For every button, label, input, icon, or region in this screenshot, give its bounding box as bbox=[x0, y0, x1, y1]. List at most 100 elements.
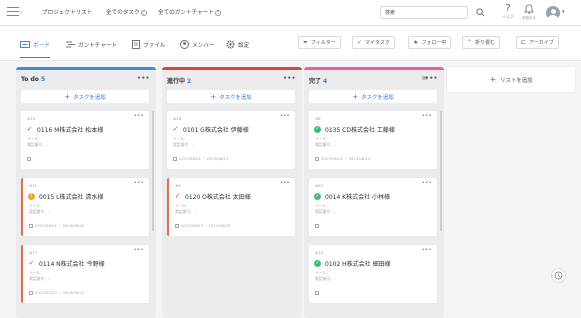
column-title: 完了 4 bbox=[309, 78, 328, 85]
board-column-todo: To do 5 ••• + タスクを追加 #19 ••• ✓ 0116 M株式会社 松… bbox=[16, 67, 156, 318]
column-title: 進行中 2 bbox=[167, 78, 192, 85]
task-title: 0102 H株式会社 細田様 bbox=[325, 261, 391, 268]
add-task-button[interactable]: + タスクを追加 bbox=[167, 90, 295, 103]
hamburger-menu-icon[interactable]: › bbox=[7, 7, 22, 17]
plus-icon: + bbox=[352, 92, 359, 101]
calendar-icon bbox=[175, 224, 179, 228]
task-card[interactable]: #17 ••• ✓ 0114 N株式会社 今野様 メール： 電話番号：-- 2023… bbox=[21, 245, 149, 303]
tab-board[interactable]: ボード bbox=[20, 38, 50, 58]
calendar-icon bbox=[173, 157, 177, 161]
card-menu-icon[interactable]: ••• bbox=[422, 113, 432, 119]
task-title: 0015 L株式会社 清水様 bbox=[39, 194, 104, 201]
task-title: 0120 O株式会社 太田様 bbox=[185, 194, 251, 201]
calendar-icon bbox=[315, 157, 319, 161]
history-icon bbox=[554, 271, 563, 280]
task-title: 0116 M株式会社 松本様 bbox=[37, 127, 104, 134]
column-menu-icon[interactable]: ••• bbox=[425, 75, 438, 82]
task-card[interactable]: #19 ••• ✓ 0101 G株式会社 伊藤様 メール： 電話番号：-- 2023… bbox=[167, 111, 295, 169]
board-column-in-progress: 進行中 2 ••• + タスクを追加 #19 ••• ✓ 0101 G株式会社 伊藤様… bbox=[162, 67, 302, 318]
tab-settings[interactable]: 設定 bbox=[226, 38, 249, 51]
column-title: To do 5 bbox=[21, 76, 46, 83]
following-button[interactable]: ★ フォロー中 bbox=[408, 36, 452, 49]
check-icon[interactable]: ✓ bbox=[174, 193, 181, 200]
task-title: 0135 CD株式会社 工藤様 bbox=[325, 127, 395, 134]
collapse-icon: ⌃ bbox=[467, 39, 473, 46]
archive-icon: ⊏ bbox=[521, 39, 527, 46]
history-button[interactable] bbox=[551, 268, 566, 283]
calendar-icon bbox=[29, 291, 33, 295]
column-scrollbar[interactable] bbox=[152, 111, 154, 231]
calendar-icon bbox=[29, 224, 33, 228]
tab-files[interactable]: ファイル bbox=[132, 38, 165, 51]
check-icon[interactable]: ✓ bbox=[172, 126, 179, 133]
card-menu-icon[interactable]: ••• bbox=[280, 180, 290, 186]
board-column-done: 完了 4 ✉ ••• + タスクを追加 #8 ••• ✓ 0135 CD株式会社 工藤… bbox=[304, 67, 444, 318]
help-button[interactable]: ? ヘルプ bbox=[500, 3, 516, 23]
bell-icon bbox=[524, 4, 534, 14]
calendar-icon bbox=[315, 291, 319, 295]
task-title: 0101 G株式会社 伊藤様 bbox=[183, 127, 249, 134]
check-icon[interactable]: ✓ bbox=[26, 126, 33, 133]
calendar-icon bbox=[27, 157, 31, 161]
collapse-button[interactable]: ⌃ 折り畳む bbox=[462, 36, 501, 49]
card-menu-icon[interactable]: ••• bbox=[422, 247, 432, 253]
plus-icon: + bbox=[210, 92, 217, 101]
done-check-icon[interactable]: ✓ bbox=[314, 126, 321, 133]
column-scrollbar[interactable] bbox=[440, 111, 442, 231]
board-icon bbox=[20, 41, 30, 48]
task-card[interactable]: #20 ••• ✓ 0014 K株式会社 小林様 メール： 電話番号：-- bbox=[309, 178, 437, 236]
search-icon[interactable] bbox=[476, 8, 485, 17]
column-color-stripe bbox=[16, 67, 156, 70]
search-box bbox=[380, 6, 468, 19]
task-card[interactable]: #5 ••• ✓ 0120 O株式会社 太田様 メール： 電話番号：-- 2023/… bbox=[167, 178, 295, 236]
tab-gantt[interactable]: ガントチャート bbox=[66, 38, 117, 51]
add-list-button[interactable]: + リストを追加 bbox=[447, 67, 575, 92]
check-icon[interactable]: ✓ bbox=[28, 260, 35, 267]
file-icon bbox=[132, 40, 140, 49]
tab-members[interactable]: メンバー bbox=[180, 38, 214, 51]
plus-icon: + bbox=[64, 92, 71, 101]
gantt-icon bbox=[66, 41, 75, 48]
task-title: 0114 N株式会社 今野様 bbox=[39, 261, 105, 268]
question-icon: ? bbox=[505, 3, 511, 14]
task-card[interactable]: #10 ••• ✓ 0102 H株式会社 細田様 メール： 電話番号：-- bbox=[309, 245, 437, 303]
card-menu-icon[interactable]: ••• bbox=[280, 113, 290, 119]
nav-all-gantt[interactable]: 全てのガントチャート? bbox=[158, 8, 221, 16]
done-check-icon[interactable]: ✓ bbox=[314, 260, 321, 267]
card-menu-icon[interactable]: ••• bbox=[422, 180, 432, 186]
member-icon bbox=[180, 40, 189, 49]
filter-button[interactable]: ⏷ フィルター bbox=[298, 36, 341, 49]
my-tasks-button[interactable]: ✓ マイタスク bbox=[352, 36, 395, 49]
view-toolbar: ボード ガントチャート ファイル メンバー 設定 ⏷ フィルター ✓ マイタスク ★… bbox=[0, 27, 581, 61]
card-menu-icon[interactable]: ••• bbox=[134, 113, 144, 119]
pending-status-icon[interactable]: ! bbox=[28, 193, 35, 200]
help-circle-icon: ? bbox=[214, 9, 221, 16]
chevron-down-icon[interactable]: ▾ bbox=[562, 9, 565, 15]
done-check-icon[interactable]: ✓ bbox=[314, 193, 321, 200]
filter-icon: ⏷ bbox=[303, 38, 308, 46]
avatar[interactable] bbox=[546, 6, 560, 20]
archive-button[interactable]: ⊏ アーカイブ bbox=[516, 36, 559, 49]
column-menu-icon[interactable]: ••• bbox=[137, 75, 150, 82]
card-menu-icon[interactable]: ••• bbox=[134, 247, 144, 253]
check-icon: ✓ bbox=[357, 39, 363, 46]
task-card[interactable]: #8 ••• ✓ 0135 CD株式会社 工藤様 メール： 電話番号：-- 2023… bbox=[309, 111, 437, 169]
star-icon: ★ bbox=[413, 39, 419, 46]
column-menu-icon[interactable]: ••• bbox=[283, 75, 296, 82]
top-bar: › プロジェクトリスト 全てのタスク? 全てのガントチャート? ? ヘルプ お知… bbox=[0, 0, 581, 26]
search-input[interactable] bbox=[381, 7, 451, 18]
card-menu-icon[interactable]: ••• bbox=[134, 180, 144, 186]
task-card[interactable]: #19 ••• ✓ 0116 M株式会社 松本様 メール： 電話番号：-- bbox=[21, 111, 149, 169]
add-task-button[interactable]: + タスクを追加 bbox=[309, 90, 437, 103]
nav-project-list[interactable]: プロジェクトリスト bbox=[42, 8, 92, 16]
column-color-stripe bbox=[304, 67, 444, 70]
nav-all-tasks[interactable]: 全てのタスク? bbox=[106, 8, 147, 16]
plus-icon: + bbox=[489, 75, 497, 84]
task-title: 0014 K株式会社 小林様 bbox=[325, 194, 391, 201]
help-circle-icon: ? bbox=[140, 9, 147, 16]
calendar-icon bbox=[315, 224, 319, 228]
gear-icon bbox=[226, 40, 235, 49]
add-task-button[interactable]: + タスクを追加 bbox=[21, 90, 149, 103]
task-card[interactable]: #11 ••• ! 0015 L株式会社 清水様 メール： 電話番号：-- 2023… bbox=[21, 178, 149, 236]
notification-button[interactable]: お知らせ bbox=[520, 3, 538, 23]
